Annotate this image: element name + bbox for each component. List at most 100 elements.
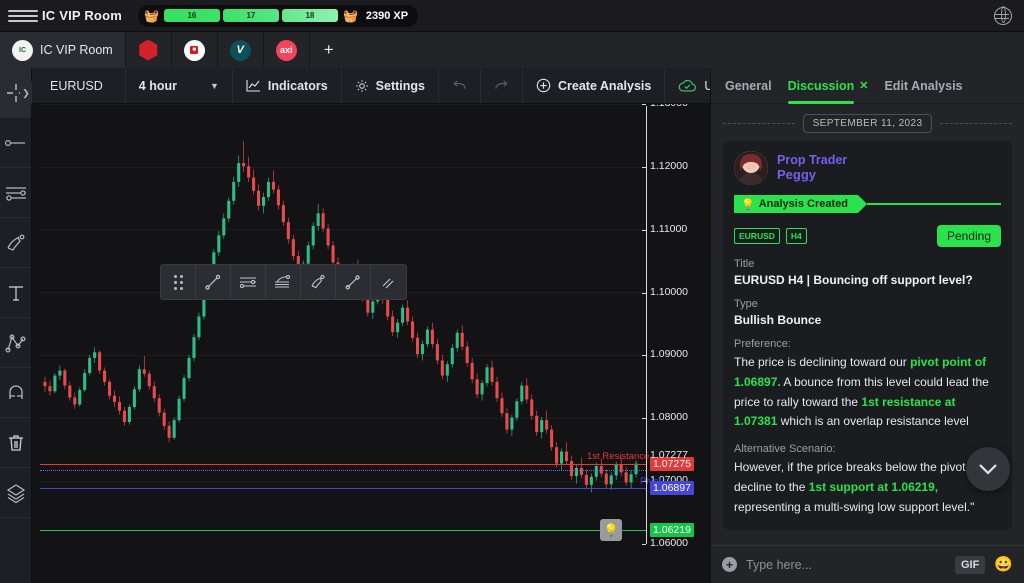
workspace-tab-redcard[interactable]: ■ (172, 32, 218, 68)
hexagon-broker-logo (139, 39, 158, 61)
axis-tick-label: 1.12000 (650, 159, 688, 172)
globe-icon[interactable] (993, 6, 1012, 25)
xp-widget: 🧺 16 17 18 🧺 2390 XP (137, 4, 419, 27)
discussion-body[interactable]: SEPTEMBER 11, 2023 Prop Trader Peggy 💡 A… (711, 104, 1024, 545)
analysis-created-banner: 💡 Analysis Created (734, 195, 867, 213)
plus-circle-icon[interactable]: + (722, 557, 737, 572)
add-workspace-tab-button[interactable]: + (310, 32, 348, 68)
delete-tool[interactable] (0, 418, 31, 468)
axis-tick (642, 544, 646, 545)
chest-icon: 🧺 (143, 8, 159, 23)
floating-drawing-toolbar[interactable] (160, 264, 407, 300)
axis-tick (642, 229, 646, 231)
indicators-icon (246, 79, 261, 92)
title-label: Title (734, 258, 755, 270)
red-card-broker-logo: ■ (183, 39, 205, 61)
ic-markets-logo: IC (12, 39, 33, 61)
price-tag-3: 1.06219 (650, 523, 694, 538)
candlestick-canvas[interactable] (40, 104, 646, 544)
symbol-selector[interactable]: EURUSD (32, 68, 126, 103)
level-line-3[interactable] (40, 530, 646, 532)
indicators-button[interactable]: Indicators (233, 68, 342, 103)
brush-icon[interactable] (301, 265, 336, 299)
message-composer[interactable]: + GIF 😀 (711, 545, 1024, 583)
avatar[interactable] (734, 151, 768, 185)
close-icon[interactable]: ✕ (859, 79, 868, 92)
workspace-tab-hexagon[interactable] (126, 32, 172, 68)
price-tag-2: 1.06897 (650, 480, 694, 495)
layers-tool[interactable] (0, 468, 31, 518)
plus-circle-icon (536, 78, 551, 93)
workspace-tab-bar: IC IC VIP Room ■ V axi + (0, 32, 1024, 68)
workspace-tab-ic-vip-room[interactable]: IC IC VIP Room (0, 32, 126, 68)
trend-line-icon[interactable] (196, 265, 231, 299)
vantage-logo: V (229, 39, 251, 61)
date-divider: SEPTEMBER 11, 2023 (723, 114, 1012, 133)
pivot-dotted-line (40, 469, 646, 471)
xp-total: 2390 XP (365, 9, 409, 22)
hamburger-icon[interactable] (8, 9, 38, 22)
message-header: Prop Trader Peggy (734, 151, 1001, 185)
axis-tick (642, 104, 646, 105)
banner-label: Analysis Created (758, 198, 848, 210)
text-tool[interactable] (0, 268, 31, 318)
alternative-text: However, if the price breaks below the p… (734, 458, 1001, 517)
undo-button[interactable] (439, 68, 481, 103)
chevron-right-icon[interactable]: ❯ (20, 80, 32, 106)
drag-handle-icon[interactable] (161, 265, 196, 299)
workspace-tab-vantage[interactable]: V (218, 32, 264, 68)
workspace-tab-axi[interactable]: axi (264, 32, 310, 68)
tab-edit-analysis[interactable]: Edit Analysis (884, 68, 962, 104)
level-label-1: 1st Resistance (587, 450, 650, 462)
axis-tick (642, 166, 646, 168)
lightbulb-marker[interactable]: 💡 (600, 519, 622, 542)
tab-discussion-label: Discussion (787, 78, 855, 93)
timeframe-selector[interactable]: 4 hour ▼ (126, 68, 233, 103)
undo-icon (452, 79, 467, 92)
chart-toolbar: EURUSD 4 hour ▼ Indicators Settings Crea… (32, 68, 732, 104)
parallel-lines-icon[interactable] (371, 265, 406, 299)
line-tool[interactable] (0, 118, 31, 168)
chest-icon-end: 🧺 (342, 8, 358, 23)
fib-channel-icon[interactable] (266, 265, 301, 299)
divider-line-left (723, 123, 795, 124)
tag-symbol: EURUSD (734, 228, 780, 244)
level-line-2[interactable] (40, 487, 646, 489)
axis-tick (642, 418, 646, 420)
fib-levels-icon[interactable] (231, 265, 266, 299)
banner-trailing-line (866, 203, 1001, 205)
brush-tool[interactable] (0, 218, 31, 268)
axi-logo: axi (275, 39, 297, 61)
xp-progress-bar: 16 17 18 (163, 9, 338, 22)
axis-tick-label: 1.09000 (650, 348, 688, 361)
gif-button[interactable]: GIF (954, 555, 986, 574)
create-analysis-button[interactable]: Create Analysis (523, 68, 666, 103)
redo-button[interactable] (481, 68, 523, 103)
level-line-1[interactable] (40, 463, 646, 465)
tab-edit-analysis-label: Edit Analysis (884, 78, 963, 93)
panel-tab-bar: General Discussion ✕ Edit Analysis (711, 68, 1024, 104)
alternative-label: Alternative Scenario: (734, 443, 836, 456)
message-input[interactable] (746, 557, 946, 572)
xp-level-18: 18 (281, 9, 338, 22)
tab-general[interactable]: General (725, 68, 772, 104)
arrow-icon[interactable] (336, 265, 371, 299)
preference-text: The price is declining toward our pivot … (734, 353, 1001, 432)
magnet-tool[interactable] (0, 368, 31, 418)
tag-timeframe: H4 (785, 228, 807, 244)
create-analysis-label: Create Analysis (557, 78, 652, 93)
divider-line-right (940, 123, 1012, 124)
axis-tick-label: 1.13000 (650, 104, 688, 109)
preference-part-1: The price is declining toward our (734, 355, 911, 369)
pattern-tool[interactable] (0, 318, 31, 368)
crosshair-tool[interactable]: ❯ (0, 68, 32, 118)
fib-retracement-tool[interactable] (0, 168, 31, 218)
price-chart[interactable]: 1.13000 1.12000 1.11000 1.10000 1.09000 1.080… (32, 104, 710, 583)
workspace-tab-label: IC VIP Room (40, 43, 113, 57)
app-title: IC VIP Room (42, 8, 122, 23)
settings-button[interactable]: Settings (342, 68, 439, 103)
author-block: Prop Trader Peggy (777, 153, 847, 182)
smiley-icon[interactable]: 😀 (994, 557, 1013, 572)
tab-discussion[interactable]: Discussion ✕ (787, 68, 868, 104)
scroll-to-bottom-button[interactable] (966, 447, 1010, 491)
